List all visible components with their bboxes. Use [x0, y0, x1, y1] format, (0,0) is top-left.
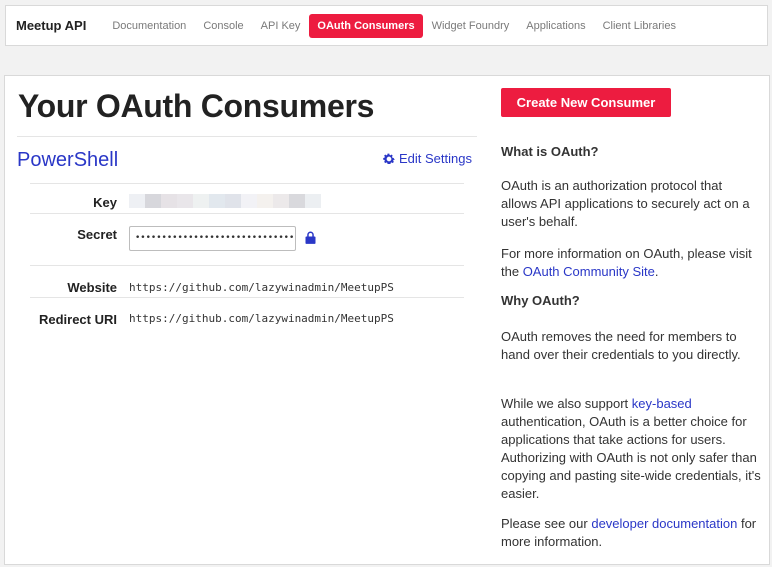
divider — [30, 297, 464, 298]
secret-field[interactable]: •••••••••••••••••••••••••••••••• — [129, 226, 296, 251]
content-panel: Your OAuth Consumers PowerShell Edit Set… — [4, 75, 770, 565]
developer-documentation-link[interactable]: developer documentation — [591, 516, 737, 531]
what-is-oauth-text: OAuth is an authorization protocol that … — [501, 178, 750, 229]
oauth-info-text: For more information on OAuth, please vi… — [501, 246, 752, 279]
website-label: Website — [67, 280, 117, 295]
website-value: https://github.com/lazywinadmin/MeetupPS — [129, 281, 394, 294]
nav-console[interactable]: Console — [195, 14, 251, 38]
key-label: Key — [93, 195, 117, 210]
brand-logo[interactable]: Meetup API — [16, 18, 86, 33]
page-title: Your OAuth Consumers — [18, 88, 375, 124]
edit-settings-link[interactable]: Edit Settings — [382, 151, 472, 166]
redirect-uri-value: https://github.com/lazywinadmin/MeetupPS — [129, 312, 394, 325]
oauth-community-site-link[interactable]: OAuth Community Site — [523, 264, 655, 279]
divider — [17, 136, 477, 137]
key-value-redacted — [129, 194, 321, 208]
lock-icon[interactable] — [305, 231, 316, 244]
what-is-oauth-heading: What is OAuth? — [501, 144, 599, 159]
divider — [30, 265, 464, 266]
divider — [30, 183, 464, 184]
nav-widget-foundry[interactable]: Widget Foundry — [424, 14, 518, 38]
create-new-consumer-button[interactable]: Create New Consumer — [501, 88, 671, 117]
divider — [30, 213, 464, 214]
nav-client-libraries[interactable]: Client Libraries — [595, 14, 684, 38]
nav-oauth-consumers[interactable]: OAuth Consumers — [309, 13, 423, 38]
developer-docs-text: Please see our developer documentation f… — [501, 516, 757, 549]
key-based-link[interactable]: key-based — [632, 396, 692, 411]
secret-label: Secret — [77, 227, 117, 242]
why-oauth-text: OAuth removes the need for members to ha… — [501, 329, 741, 362]
nav-documentation[interactable]: Documentation — [104, 14, 194, 38]
top-navigation: Meetup API Documentation Console API Key… — [5, 5, 768, 46]
nav-applications[interactable]: Applications — [518, 14, 593, 38]
gear-icon — [383, 153, 395, 164]
key-based-text: While we also support key-based authenti… — [501, 396, 761, 501]
redirect-uri-label: Redirect URI — [38, 312, 117, 327]
edit-settings-label: Edit Settings — [399, 151, 472, 166]
consumer-name-link[interactable]: PowerShell — [17, 149, 118, 172]
why-oauth-heading: Why OAuth? — [501, 293, 580, 308]
nav-api-key[interactable]: API Key — [253, 14, 309, 38]
